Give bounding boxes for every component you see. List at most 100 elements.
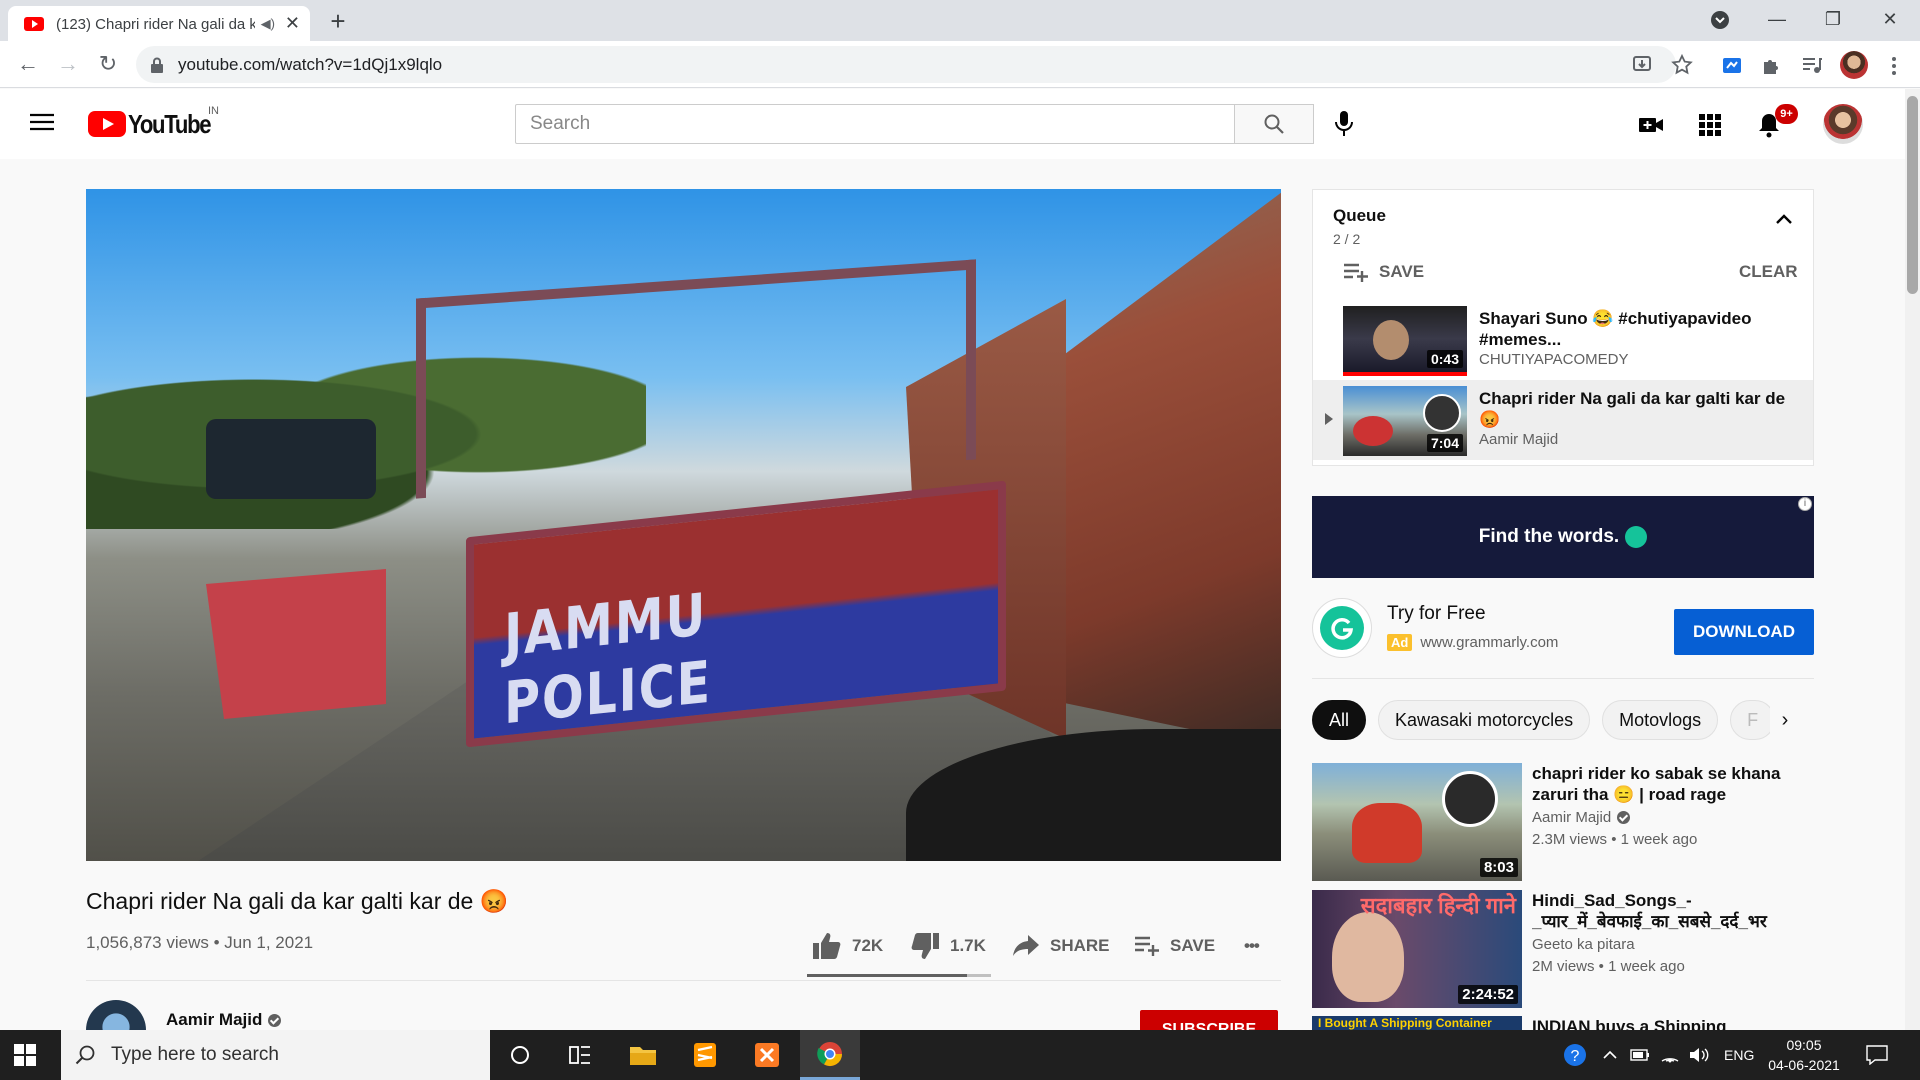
- queue-item[interactable]: 0:43 Shayari Suno 😂 #chutiyapavideo #mem…: [1313, 300, 1813, 380]
- windows-taskbar: Type here to search ? ENG 09:05 04-06-20…: [0, 1030, 1920, 1080]
- browser-tab-active[interactable]: (123) Chapri rider Na gali da kar galti …: [8, 6, 310, 41]
- queue-item-channel: CHUTIYAPACOMEDY: [1479, 351, 1629, 368]
- ad-banner[interactable]: Find the words.: [1312, 496, 1814, 578]
- chip-kawasaki[interactable]: Kawasaki motorcycles: [1378, 700, 1591, 740]
- tab-audio-icon[interactable]: ◀): [261, 16, 275, 32]
- extensions-puzzle-icon[interactable]: [1760, 53, 1784, 77]
- lock-icon[interactable]: [150, 57, 164, 73]
- battery-icon[interactable]: [1630, 1030, 1650, 1080]
- chevron-up-icon[interactable]: [1775, 212, 1793, 226]
- reload-button[interactable]: ↻: [94, 51, 122, 79]
- grammarly-logo[interactable]: [1312, 598, 1372, 658]
- queue-item-current[interactable]: 7:04 Chapri rider Na gali da kar galti k…: [1313, 380, 1813, 460]
- search-icon: [1264, 114, 1284, 134]
- profile-avatar[interactable]: [1840, 51, 1868, 79]
- video-meta: 1,056,873 views • Jun 1, 2021: [86, 933, 314, 952]
- like-ratio-bar: [807, 974, 991, 977]
- windows-start-icon[interactable]: [14, 1044, 36, 1066]
- apps-grid-icon[interactable]: [1697, 112, 1723, 138]
- video-frame-road-divider: [206, 569, 386, 719]
- taskbar-search-box[interactable]: Type here to search: [61, 1030, 490, 1080]
- youtube-header: YouTube IN Search 9+: [0, 89, 1905, 159]
- filter-chips: All Kawasaki motorcycles Motovlogs F: [1312, 700, 1814, 740]
- new-tab-button[interactable]: +: [322, 6, 354, 38]
- back-button[interactable]: ←: [14, 51, 42, 79]
- sublime-text-icon[interactable]: [675, 1030, 735, 1080]
- forward-button[interactable]: →: [54, 51, 82, 79]
- divider: [86, 980, 1281, 981]
- microphone-icon[interactable]: [1332, 109, 1356, 139]
- window-close-button[interactable]: ✕: [1870, 6, 1910, 34]
- video-player[interactable]: JAMMU POLICE: [86, 189, 1281, 861]
- account-avatar[interactable]: [1823, 104, 1863, 144]
- cortana-icon[interactable]: [490, 1030, 550, 1080]
- save-label: SAVE: [1170, 936, 1216, 955]
- share-label: SHARE: [1050, 936, 1110, 955]
- ad-download-button[interactable]: DOWNLOAD: [1674, 609, 1814, 655]
- chevron-right-icon[interactable]: ›: [1770, 706, 1800, 736]
- task-view-icon[interactable]: [550, 1030, 610, 1080]
- channel-name: Aamir Majid: [1532, 809, 1631, 826]
- create-video-icon[interactable]: [1638, 112, 1664, 138]
- chrome-taskbar-icon[interactable]: [800, 1030, 860, 1080]
- video-thumbnail: सदाबहार हिन्दी गाने 2:24:52: [1312, 890, 1522, 1008]
- chrome-menu-icon[interactable]: [1891, 55, 1897, 77]
- scrollbar-thumb[interactable]: [1907, 96, 1918, 294]
- search-input[interactable]: Search: [515, 104, 1235, 144]
- install-app-icon[interactable]: [1630, 53, 1654, 77]
- clock-date: 04-06-2021: [1768, 1057, 1840, 1073]
- channel-name[interactable]: Aamir Majid: [166, 1010, 282, 1030]
- chip-partial[interactable]: F: [1730, 700, 1776, 740]
- ad-info-icon[interactable]: i: [1798, 497, 1812, 511]
- search-button[interactable]: [1234, 104, 1314, 144]
- video-duration: 8:03: [1479, 858, 1518, 877]
- xampp-icon[interactable]: [737, 1030, 797, 1080]
- channel-name: Geeto ka pitara: [1532, 936, 1635, 953]
- tray-overflow-icon[interactable]: [1602, 1030, 1618, 1080]
- dislike-count: 1.7K: [950, 936, 986, 955]
- action-center-icon[interactable]: [1866, 1030, 1888, 1080]
- volume-icon[interactable]: [1688, 1030, 1710, 1080]
- window-maximize-button[interactable]: ❐: [1813, 6, 1853, 34]
- window-minimize-button[interactable]: —: [1757, 6, 1797, 34]
- ad-badge: Ad: [1387, 634, 1413, 651]
- thumbnail-text: I Bought A Shipping Container: [1318, 1016, 1492, 1030]
- file-explorer-icon[interactable]: [613, 1030, 673, 1080]
- dislike-button[interactable]: 1.7K: [910, 930, 986, 962]
- tab-search-icon[interactable]: [1710, 10, 1732, 32]
- recommended-video[interactable]: I Bought A Shipping Container INDIAN buy…: [1312, 1016, 1814, 1030]
- recommended-video[interactable]: 8:03 chapri rider ko sabak se khana zaru…: [1312, 763, 1814, 881]
- more-actions-button[interactable]: •••: [1244, 930, 1260, 962]
- wifi-icon[interactable]: [1660, 1030, 1680, 1080]
- verified-icon: [1617, 811, 1631, 824]
- like-button[interactable]: 72K: [812, 930, 883, 962]
- address-bar[interactable]: youtube.com/watch?v=1dQj1x9lqlo: [136, 46, 1676, 83]
- queue-clear-button[interactable]: CLEAR: [1739, 262, 1798, 282]
- share-arrow-icon: [1013, 935, 1039, 956]
- language-indicator[interactable]: ENG: [1724, 1030, 1754, 1080]
- chip-motovlogs[interactable]: Motovlogs: [1602, 700, 1719, 740]
- extension-icon[interactable]: [1720, 53, 1744, 77]
- recommended-video[interactable]: सदाबहार हिन्दी गाने 2:24:52 Hindi_Sad_So…: [1312, 890, 1814, 1008]
- chip-all[interactable]: All: [1312, 700, 1367, 740]
- share-button[interactable]: SHARE: [1012, 930, 1110, 962]
- clock-time: 09:05: [1786, 1037, 1822, 1053]
- queue-save-button[interactable]: SAVE: [1343, 262, 1424, 282]
- media-control-icon[interactable]: [1800, 53, 1824, 77]
- help-tray-icon[interactable]: ?: [1562, 1030, 1588, 1080]
- bookmark-star-icon[interactable]: [1670, 53, 1694, 77]
- queue-thumbnail: 0:43: [1343, 306, 1467, 376]
- grammarly-mark-icon: [1331, 618, 1354, 640]
- taskbar-clock[interactable]: 09:05 04-06-2021: [1766, 1035, 1842, 1075]
- ad-title[interactable]: Try for Free: [1387, 603, 1486, 625]
- youtube-logo[interactable]: YouTube IN: [88, 105, 225, 139]
- video-title: Hindi_Sad_Songs_-_प्यार_में_बेवफाई_का_सब…: [1532, 891, 1767, 931]
- thumbs-down-icon: [911, 933, 939, 959]
- hamburger-menu-icon[interactable]: [30, 113, 54, 131]
- tab-close-icon[interactable]: ✕: [285, 13, 300, 34]
- like-ratio-fill: [807, 974, 968, 977]
- ad-domain: www.grammarly.com: [1420, 634, 1559, 651]
- save-to-playlist-button[interactable]: SAVE: [1134, 930, 1215, 962]
- youtube-play-icon: [88, 111, 126, 137]
- svg-text:?: ?: [1571, 1048, 1580, 1065]
